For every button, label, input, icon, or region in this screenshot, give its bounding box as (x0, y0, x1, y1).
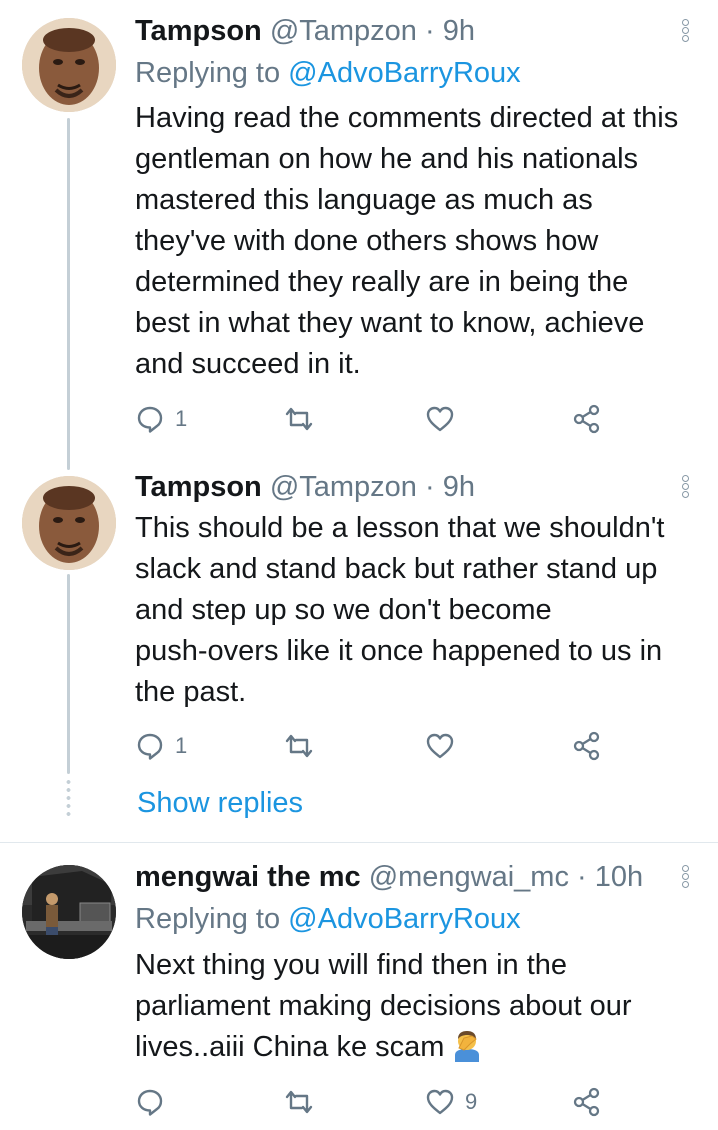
text-line: This should be a lesson that we shouldn'… (135, 512, 665, 544)
tweet-actions: 1 (135, 401, 615, 437)
text-line: and step up so we don't become (135, 594, 552, 626)
timestamp[interactable]: 10h (595, 861, 643, 893)
like-icon (426, 1089, 454, 1115)
tweet[interactable]: mengwai the mc @mengwai_mc · 10h Replyin… (0, 843, 718, 1130)
text-line: gentleman on how he and his nationals (135, 143, 639, 175)
text-line: best in what they want to know, achieve (135, 307, 645, 339)
share-button[interactable] (571, 1084, 603, 1120)
reply-count: 1 (175, 406, 188, 431)
text-line: the past. (135, 676, 247, 708)
like-icon (426, 406, 454, 432)
avatar[interactable] (22, 18, 116, 112)
separator: · (425, 471, 435, 503)
like-button[interactable] (425, 401, 465, 437)
user-handle[interactable]: @Tampzon (270, 471, 417, 503)
more-options-icon[interactable] (676, 474, 694, 504)
reply-button[interactable]: 1 (135, 728, 187, 764)
display-name[interactable]: Tampson (135, 15, 262, 47)
reply-icon (137, 406, 163, 433)
tweet-text: This should be a lesson that we shouldn'… (135, 508, 705, 713)
tweet[interactable]: Tampson @Tampzon · 9h Replying to @AdvoB… (0, 0, 718, 450)
timestamp[interactable]: 9h (443, 15, 475, 47)
retweet-button[interactable] (283, 401, 325, 437)
tweet-text: Having read the comments directed at thi… (135, 98, 705, 385)
tweet-header: Tampson @Tampzon · 9h (135, 470, 475, 504)
retweet-button[interactable] (283, 1084, 325, 1120)
retweet-icon (285, 407, 313, 431)
man-facepalming-emoji (450, 1028, 484, 1062)
reply-button[interactable]: 1 (135, 401, 187, 437)
share-icon (573, 1087, 600, 1117)
separator: · (425, 15, 435, 47)
like-button[interactable]: 9 (425, 1084, 477, 1120)
user-handle[interactable]: @Tampzon (270, 15, 417, 47)
replying-to-label: Replying to (135, 903, 281, 935)
tweet-header: mengwai the mc @mengwai_mc · 10h (135, 860, 643, 894)
timestamp[interactable]: 9h (443, 471, 475, 503)
share-button[interactable] (571, 728, 603, 764)
text-line: Next thing you will find then in the (135, 949, 568, 981)
text-line: lives..aiii China ke scam (135, 1031, 445, 1063)
tweet-actions: 1 (135, 728, 615, 764)
avatar[interactable] (22, 865, 116, 959)
reply-count: 1 (175, 733, 188, 758)
tweet-header: Tampson @Tampzon · 9h (135, 14, 475, 48)
like-count: 9 (465, 1089, 478, 1114)
text-line: push-overs like it once happened to us i… (135, 635, 663, 667)
more-options-icon[interactable] (676, 864, 694, 894)
retweet-icon (285, 1090, 313, 1114)
retweet-button[interactable] (283, 728, 325, 764)
share-button[interactable] (571, 401, 603, 437)
retweet-icon (285, 734, 313, 758)
reply-icon (137, 733, 163, 760)
mention-link[interactable]: @AdvoBarryRoux (288, 903, 521, 935)
tweet-text: Next thing you will find then in the par… (135, 945, 705, 1068)
text-line: slack and stand back but rather stand up (135, 553, 658, 585)
separator: · (577, 861, 587, 893)
replying-to: Replying to @AdvoBarryRoux (135, 56, 521, 90)
avatar[interactable] (22, 476, 116, 570)
reply-button[interactable] (135, 1084, 175, 1120)
display-name[interactable]: Tampson (135, 471, 262, 503)
text-line: parliament making decisions about our (135, 990, 632, 1022)
text-line: they've with done others shows how (135, 225, 599, 257)
text-line: mastered this language as much as (135, 184, 593, 216)
replying-to: Replying to @AdvoBarryRoux (135, 902, 521, 936)
text-line-with-emoji: lives..aiii China ke scam (135, 1027, 705, 1068)
tweet[interactable]: Tampson @Tampzon · 9h This should be a l… (0, 460, 718, 840)
mention-link[interactable]: @AdvoBarryRoux (288, 57, 521, 89)
replying-to-label: Replying to (135, 57, 281, 89)
like-icon (426, 733, 454, 759)
like-button[interactable] (425, 728, 465, 764)
share-icon (573, 404, 600, 434)
share-icon (573, 731, 600, 761)
display-name[interactable]: mengwai the mc (135, 861, 361, 893)
show-replies-link[interactable]: Show replies (137, 786, 303, 820)
text-line: determined they really are in being the (135, 266, 629, 298)
text-line: and succeed in it. (135, 348, 361, 380)
more-options-icon[interactable] (676, 18, 694, 48)
reply-icon (137, 1089, 163, 1116)
tweet-actions: 9 (135, 1084, 615, 1120)
text-line: Having read the comments directed at thi… (135, 102, 679, 134)
user-handle[interactable]: @mengwai_mc (369, 861, 569, 893)
